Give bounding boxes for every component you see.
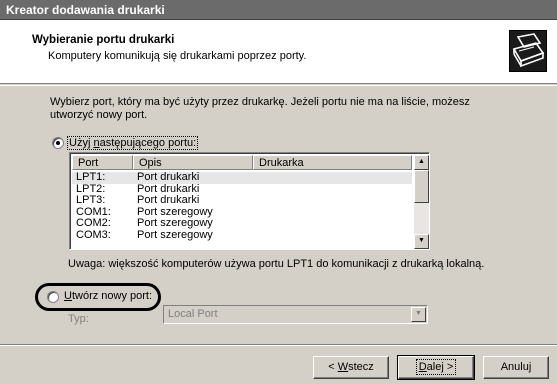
description-cell: Port drukarki	[137, 171, 200, 183]
port-list-body: LPT1: Port drukarki LPT2: Port drukarki LP…	[72, 171, 412, 242]
port-list-scrollbar[interactable]: ▲ ▼	[414, 155, 429, 249]
next-button-suffix: alej >	[426, 361, 454, 373]
scroll-thumb[interactable]	[414, 170, 429, 203]
window-title-bar: Kreator dodawania drukarki	[0, 0, 557, 20]
window-title: Kreator dodawania drukarki	[6, 3, 165, 17]
printer-icon	[509, 30, 547, 72]
lpt1-note: Uwaga: większość komputerów używa portu …	[68, 258, 485, 270]
description-cell: Port szeregowy	[137, 217, 213, 229]
port-row[interactable]: COM1: Port szeregowy	[72, 206, 412, 219]
port-row[interactable]: LPT3: Port drukarki	[72, 194, 412, 207]
wizard-header: Wybieranie portu drukarki Komputery komu…	[0, 20, 557, 84]
header-title: Wybieranie portu drukarki	[32, 34, 175, 46]
column-header-port[interactable]: Port	[72, 155, 133, 170]
create-new-port-radio[interactable]	[47, 291, 59, 303]
column-header-description[interactable]: Opis	[133, 155, 253, 170]
use-existing-port-label[interactable]: Użyj następującego portu:	[67, 136, 199, 150]
header-subtitle: Komputery komunikują się drukarkami popr…	[48, 50, 307, 62]
next-button-accel: D	[418, 361, 427, 373]
footer-divider-highlight	[0, 345, 557, 346]
description-cell: Port szeregowy	[137, 228, 213, 241]
use-existing-port-label-suffix: astępującego portu:	[99, 137, 197, 149]
dropdown-arrow-icon[interactable]: ▼	[411, 307, 426, 322]
scroll-up-arrow-icon[interactable]: ▲	[414, 155, 429, 170]
create-new-port-label-suffix: twórz nowy port:	[71, 290, 153, 302]
port-row[interactable]: COM2: Port szeregowy	[72, 217, 412, 230]
back-button-accel: W	[337, 361, 349, 373]
back-button[interactable]: < Wstecz	[313, 356, 389, 379]
port-list-header: Port Opis Drukarka	[72, 155, 412, 170]
back-button-prefix: <	[328, 361, 338, 373]
intro-text: Wybierz port, który ma być użyty przez d…	[50, 96, 470, 121]
port-row[interactable]: LPT2: Port drukarki	[72, 183, 412, 196]
create-new-port-label[interactable]: Utwórz nowy port:	[64, 290, 152, 302]
next-button[interactable]: Dalej >	[397, 355, 475, 380]
port-cell: COM3:	[76, 228, 111, 241]
port-cell: LPT3:	[76, 194, 106, 206]
use-existing-port-radio[interactable]	[52, 137, 64, 149]
cancel-button-label: Anuluj	[500, 361, 532, 373]
create-new-port-accel: U	[64, 290, 72, 302]
port-row[interactable]: LPT1: Port drukarki	[72, 171, 412, 184]
port-type-select[interactable]: Local Port ▼	[163, 305, 428, 324]
port-type-label: Typ:	[68, 313, 89, 325]
scroll-down-arrow-icon[interactable]: ▼	[414, 234, 429, 249]
description-cell: Port drukarki	[137, 194, 200, 206]
port-row[interactable]: COM3: Port szeregowy	[72, 228, 412, 242]
header-divider	[0, 85, 557, 86]
port-cell: LPT1:	[76, 171, 106, 183]
port-cell: COM2:	[76, 217, 111, 229]
port-type-value: Local Port	[168, 308, 218, 320]
use-existing-port-label-prefix: Użyj	[69, 137, 94, 149]
cancel-button[interactable]: Anuluj	[483, 356, 549, 379]
column-header-printer[interactable]: Drukarka	[253, 155, 412, 170]
back-button-suffix: stecz	[348, 361, 374, 373]
port-list[interactable]: Port Opis Drukarka LPT1: Port drukarki LP…	[69, 152, 430, 250]
